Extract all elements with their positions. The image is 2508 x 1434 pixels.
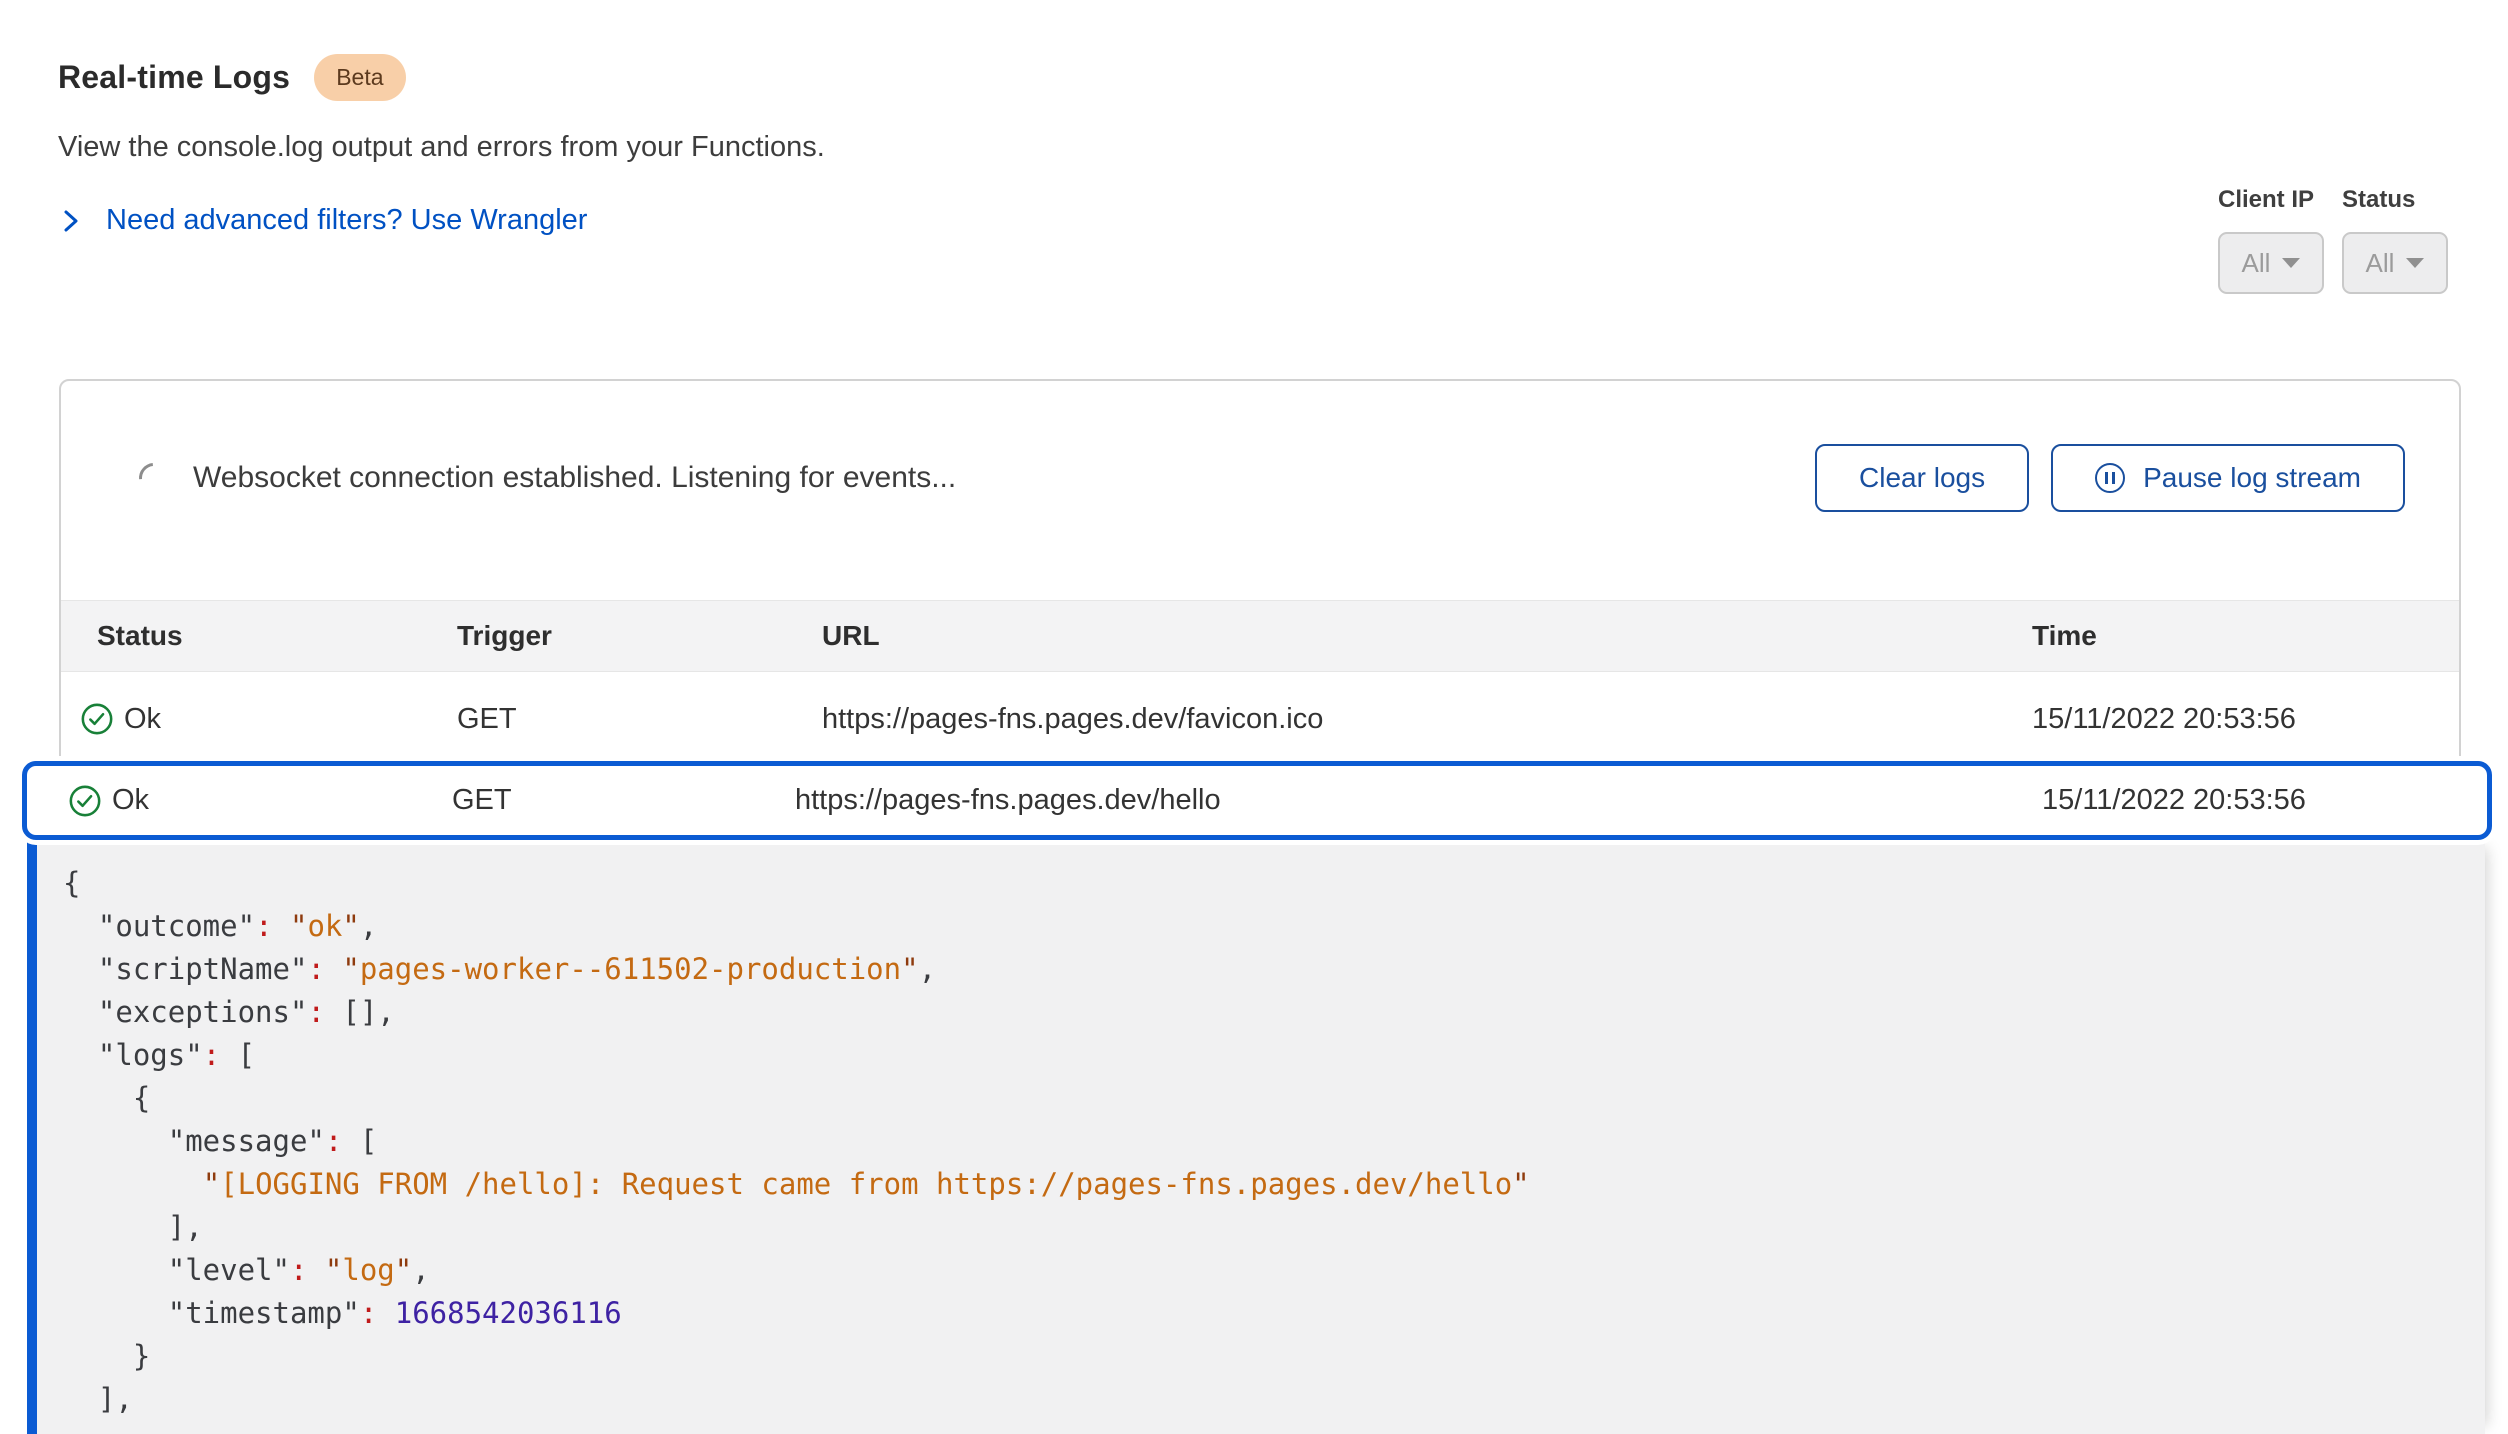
- status-filter: Status All: [2342, 186, 2448, 294]
- check-circle-icon: [80, 702, 114, 736]
- clear-logs-button[interactable]: Clear logs: [1815, 444, 2029, 512]
- toolbar-buttons: Clear logs Pause log stream: [1815, 444, 2405, 512]
- status-filter-value: All: [2366, 248, 2395, 279]
- column-header-trigger: Trigger: [457, 620, 822, 652]
- url-value: https://pages-fns.pages.dev/favicon.ico: [822, 703, 2032, 736]
- status-cell: Ok: [80, 702, 457, 736]
- log-row-expanded[interactable]: Ok GET https://pages-fns.pages.dev/hello…: [22, 761, 2492, 840]
- client-ip-filter-dropdown[interactable]: All: [2218, 232, 2324, 294]
- caret-down-icon: [2282, 258, 2300, 268]
- wrangler-link[interactable]: Need advanced filters? Use Wrangler: [106, 204, 587, 237]
- title-row: Real-time Logs Beta: [58, 54, 825, 101]
- log-detail-json: { "outcome": "ok", "scriptName": "pages-…: [37, 840, 2485, 1421]
- time-value: 15/11/2022 20:53:56: [2032, 703, 2459, 736]
- log-detail-area: { "outcome": "ok", "scriptName": "pages-…: [27, 840, 2485, 1434]
- spinner-icon: [133, 457, 175, 499]
- page-header: Real-time Logs Beta View the console.log…: [58, 54, 825, 237]
- status-cell: Ok: [68, 784, 452, 818]
- realtime-logs-page: Real-time Logs Beta View the console.log…: [0, 0, 2508, 1434]
- column-header-status: Status: [97, 620, 457, 652]
- status-value: Ok: [112, 784, 149, 817]
- trigger-value: GET: [457, 703, 822, 736]
- url-value: https://pages-fns.pages.dev/hello: [795, 784, 2042, 817]
- client-ip-filter: Client IP All: [2218, 186, 2324, 294]
- status-filter-dropdown[interactable]: All: [2342, 232, 2448, 294]
- check-circle-icon: [68, 784, 102, 818]
- caret-down-icon: [2406, 258, 2424, 268]
- column-header-url: URL: [822, 620, 2032, 652]
- log-row[interactable]: Ok GET https://pages-fns.pages.dev/favic…: [61, 673, 2459, 765]
- clear-logs-label: Clear logs: [1859, 462, 1985, 494]
- page-subtitle: View the console.log output and errors f…: [58, 131, 825, 164]
- filters: Client IP All Status All: [2218, 186, 2448, 294]
- log-table-header: Status Trigger URL Time: [61, 600, 2459, 672]
- status-filter-label: Status: [2342, 186, 2448, 214]
- wrangler-link-row[interactable]: Need advanced filters? Use Wrangler: [58, 204, 825, 237]
- pause-log-stream-label: Pause log stream: [2143, 462, 2361, 494]
- status-value: Ok: [124, 703, 161, 736]
- column-header-time: Time: [2032, 620, 2459, 652]
- websocket-status-text: Websocket connection established. Listen…: [193, 461, 956, 495]
- time-value: 15/11/2022 20:53:56: [2042, 784, 2487, 817]
- trigger-value: GET: [452, 784, 795, 817]
- pause-icon: [2095, 463, 2125, 493]
- pause-log-stream-button[interactable]: Pause log stream: [2051, 444, 2405, 512]
- chevron-right-icon: [58, 206, 84, 236]
- panel-toolbar: Websocket connection established. Listen…: [61, 444, 2459, 512]
- websocket-status: Websocket connection established. Listen…: [139, 461, 956, 495]
- client-ip-filter-label: Client IP: [2218, 186, 2324, 214]
- client-ip-filter-value: All: [2242, 248, 2271, 279]
- beta-badge: Beta: [314, 54, 405, 101]
- page-title: Real-time Logs: [58, 59, 290, 96]
